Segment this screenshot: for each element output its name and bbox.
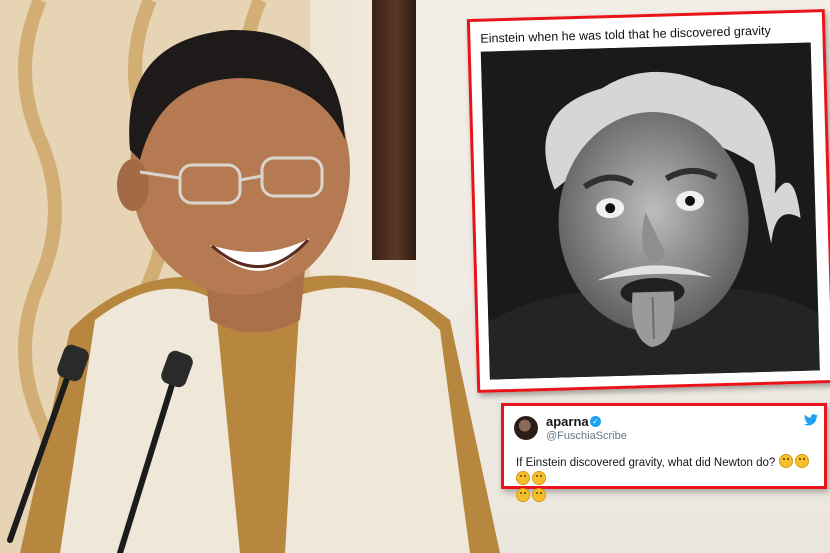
thinking-face-icon — [516, 488, 530, 502]
smiling-man-photo — [7, 29, 500, 553]
thinking-face-icon — [778, 454, 793, 468]
thinking-face-icon — [794, 454, 809, 468]
reply-text: If Einstein discovered gravity, what did… — [516, 454, 816, 505]
tweet-photo-card: Einstein when he was told that he discov… — [466, 9, 830, 393]
twitter-bird-icon — [804, 414, 818, 426]
tweet-caption: Einstein when he was told that he discov… — [480, 23, 771, 46]
thinking-face-icon — [516, 471, 530, 485]
tweet-reply-card: aparna ✓ @FuschiaScribe If Einstein disc… — [501, 403, 827, 502]
avatar — [514, 416, 538, 440]
user-handle: @FuschiaScribe — [546, 430, 627, 442]
einstein-tongue-photo — [480, 42, 820, 380]
verified-badge-icon: ✓ — [590, 416, 601, 427]
reply-message: If Einstein discovered gravity, what did… — [516, 457, 776, 469]
user-name: aparna — [546, 414, 589, 429]
thinking-face-icon — [532, 471, 546, 485]
thinking-face-icon — [532, 488, 546, 502]
